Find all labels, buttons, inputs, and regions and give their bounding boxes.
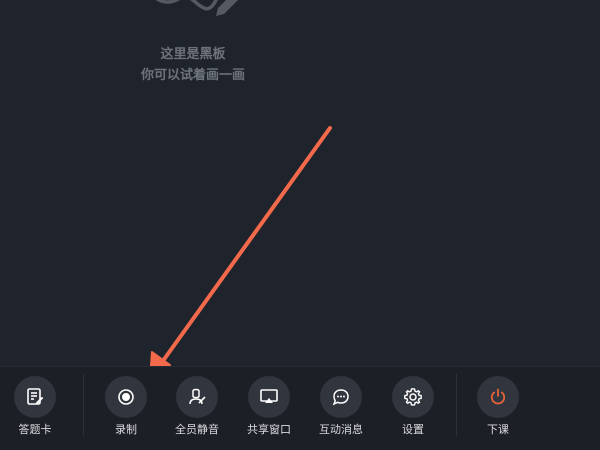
chat-bubble-icon [320, 376, 362, 418]
blackboard-hint-line2: 你可以试着画一画 [140, 68, 245, 83]
classroom-window: 这里是黑板 你可以试着画一画 答题卡 录制 全员静音 共享窗口 互动消息 设置 … [0, 0, 600, 450]
blackboard-hint-line1: 这里是黑板 [160, 47, 226, 62]
interactive-messages-label: 互动消息 [319, 423, 363, 436]
record-icon [105, 376, 147, 418]
power-icon [477, 376, 519, 418]
end-class-label: 下课 [487, 423, 509, 436]
share-window-label: 共享窗口 [247, 423, 291, 436]
answer-sheet-icon [14, 376, 56, 418]
mute-all-icon [176, 376, 218, 418]
blackboard-area[interactable]: 这里是黑板 你可以试着画一画 [0, 0, 600, 366]
record-label: 录制 [115, 423, 137, 436]
interactive-messages-button[interactable]: 互动消息 [309, 376, 373, 446]
answer-sheet-button[interactable]: 答题卡 [3, 376, 67, 446]
share-window-icon [248, 376, 290, 418]
pencil-scribble-icon [155, 0, 238, 16]
end-class-button[interactable]: 下课 [466, 376, 530, 446]
settings-button[interactable]: 设置 [381, 376, 445, 446]
mute-all-button[interactable]: 全员静音 [165, 376, 229, 446]
record-button[interactable]: 录制 [94, 376, 158, 446]
mute-all-label: 全员静音 [175, 423, 219, 436]
toolbar-divider [83, 374, 84, 436]
gear-icon [392, 376, 434, 418]
toolbar-divider [456, 374, 457, 436]
answer-sheet-label: 答题卡 [18, 423, 52, 436]
settings-label: 设置 [402, 423, 424, 436]
share-window-button[interactable]: 共享窗口 [237, 376, 301, 446]
